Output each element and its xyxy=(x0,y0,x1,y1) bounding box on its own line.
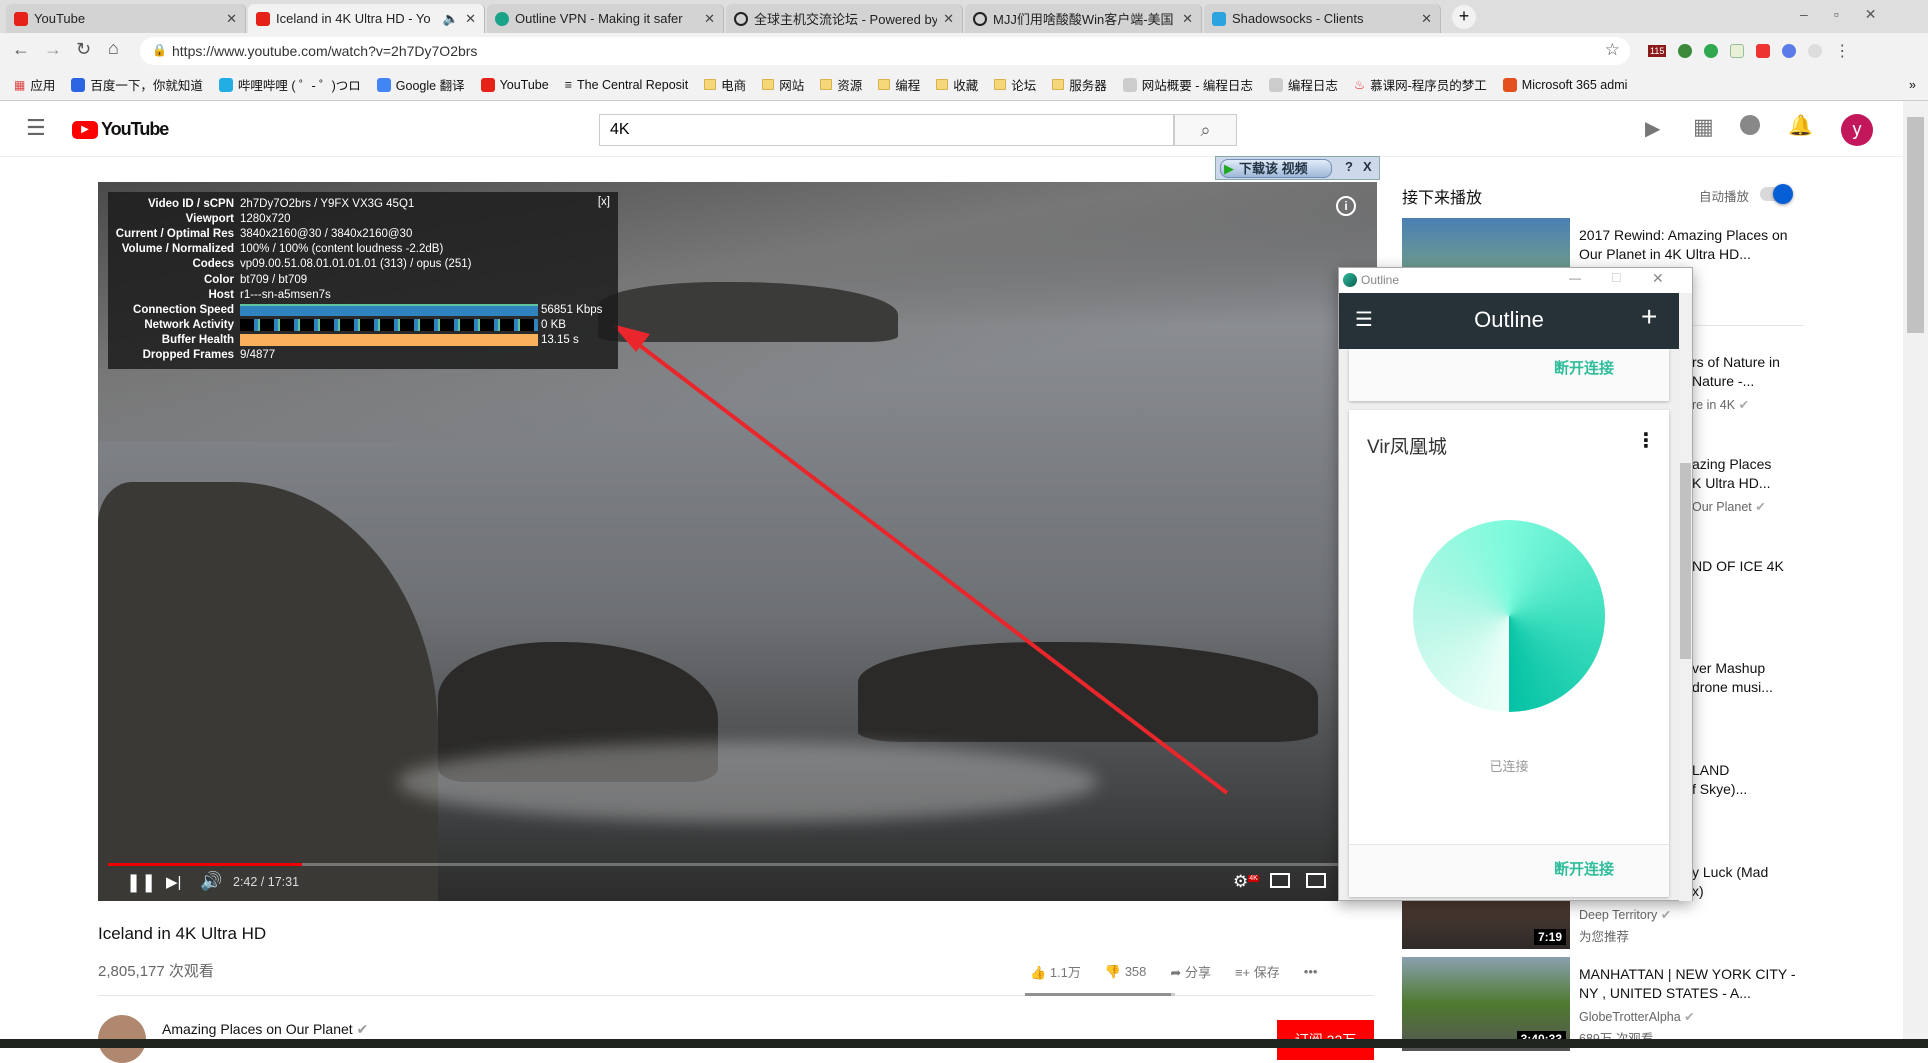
outline-scrollbar[interactable] xyxy=(1679,293,1692,901)
server-card: Vir凤凰城 ⋮ 已连接 断开连接 xyxy=(1349,410,1669,897)
verified-icon: ✔ xyxy=(1660,908,1672,922)
stats-for-nerds-panel: [x] Video ID / sCPN 2h7Dy7O2brs / Y9FX VX… xyxy=(108,192,618,369)
stat-row: Volume / Normalized 100% / 100% (content … xyxy=(121,243,444,256)
stat-row: Video ID / sCPN 2h7Dy7O2brs / Y9FX VX3G 4… xyxy=(147,197,415,210)
server-menu-icon[interactable]: ⋮ xyxy=(1636,428,1656,453)
playlist-add-icon: ≡+ xyxy=(1234,965,1251,980)
close-overlay-button[interactable]: X xyxy=(1363,159,1372,174)
connection-speed-bar xyxy=(240,303,538,316)
arrow-line xyxy=(628,336,1229,795)
video-title: Iceland in 4K Ultra HD xyxy=(98,924,267,943)
like-ratio-fill xyxy=(1025,993,1171,996)
like-ratio-bar xyxy=(1025,993,1175,996)
channel-name[interactable]: Deep Territory ✔ xyxy=(1579,907,1671,922)
scrollbar-thumb[interactable] xyxy=(1907,117,1924,333)
autoplay-toggle[interactable] xyxy=(1760,184,1793,204)
duration-badge: 7:19 xyxy=(1533,929,1566,945)
share-icon: ➦ xyxy=(1170,965,1182,980)
channel-name[interactable]: GlobeTrotterAlpha ✔ xyxy=(1579,1009,1695,1024)
card-footer: 断开连接 xyxy=(1349,844,1669,897)
video-title[interactable]: LAND f Skye)... xyxy=(1692,761,1912,799)
video-title[interactable]: azing Places K Ultra HD... xyxy=(1692,455,1912,493)
divider xyxy=(98,995,1374,996)
outline-titlebar: Outline — ☐ ✕ xyxy=(1339,268,1692,293)
stat-network-activity: Network Activity 0 KB xyxy=(144,319,566,332)
outline-logo-icon xyxy=(1343,273,1357,287)
next-icon[interactable]: ▶| xyxy=(166,873,181,891)
connection-status: 已连接 xyxy=(1489,759,1529,774)
stat-connection-speed: Connection Speed 56851 Kbps xyxy=(133,303,603,316)
video-title[interactable]: rs of Nature in Nature -... xyxy=(1692,353,1912,391)
thumbs-up-icon: 👍 xyxy=(1030,965,1047,980)
more-actions-icon[interactable]: ••• xyxy=(1304,964,1318,979)
add-server-icon[interactable]: + xyxy=(1641,301,1657,333)
stat-row: Color bt709 / bt709 xyxy=(203,273,308,286)
progress-fill xyxy=(108,863,302,866)
outline-app-window: Outline — ☐ ✕ ☰ Outline + 断开连接 Vir凤凰城 ⋮ … xyxy=(1338,267,1693,901)
channel-name[interactable]: Amazing Places on Our Planet ✔ xyxy=(162,1021,368,1038)
theater-mode-icon[interactable] xyxy=(1306,873,1326,888)
video-title[interactable]: y Luck (Mad x) xyxy=(1692,863,1912,901)
volume-icon[interactable]: 🔊 xyxy=(200,871,222,892)
video-title[interactable]: ND OF ICE 4K xyxy=(1692,557,1912,576)
up-next-heading: 接下来播放 xyxy=(1402,190,1483,207)
video-title[interactable]: ver Mashup drone musi... xyxy=(1692,659,1912,697)
verified-icon: ✔ xyxy=(356,1021,369,1037)
stat-row: Codecs vp09.00.51.08.01.01.01.01 (313) / … xyxy=(192,258,472,271)
stat-buffer-health: Buffer Health 13.15 s xyxy=(161,334,579,347)
video-thumbnail[interactable]: 3:40:33 xyxy=(1402,957,1570,1051)
help-button[interactable]: ? xyxy=(1345,159,1353,174)
view-count: 2,805,177 次观看 xyxy=(98,963,214,980)
play-icon: ▶ xyxy=(1224,161,1234,176)
share-button[interactable]: ➦ 分享 xyxy=(1170,962,1211,981)
save-button[interactable]: ≡+ 保存 xyxy=(1235,962,1280,981)
dislike-button[interactable]: 👎 358 xyxy=(1105,964,1147,980)
stat-row: Viewport 1280x720 xyxy=(185,212,291,225)
stat-dropped-frames: Dropped Frames 9/4877 xyxy=(142,349,276,362)
verified-icon: ✔ xyxy=(1684,1010,1695,1024)
buffer-health-bar xyxy=(240,334,538,347)
connection-status-indicator[interactable] xyxy=(1413,520,1605,712)
channel-name[interactable]: re in 4K ✔ xyxy=(1692,397,1749,412)
server-name: Vir凤凰城 xyxy=(1367,437,1447,458)
taskbar xyxy=(0,1039,1928,1048)
outline-header: ☰ Outline + xyxy=(1339,293,1679,349)
autoplay-label: 自动播放 xyxy=(1699,190,1750,204)
miniplayer-icon[interactable] xyxy=(1270,873,1290,888)
time-display: 2:42 / 17:31 xyxy=(233,875,300,889)
stat-row: Host r1---sn-a5msen7s xyxy=(208,288,331,301)
network-activity-bar xyxy=(240,319,538,332)
server-card-top: 断开连接 xyxy=(1349,349,1669,401)
stat-row: Current / Optimal Res 3840x2160@30 / 3840… xyxy=(115,227,413,240)
download-overlay: ▶ 下载该 视频 ? X xyxy=(1215,156,1380,180)
close-window-icon[interactable]: ✕ xyxy=(1652,270,1664,287)
maximize-icon[interactable]: ☐ xyxy=(1611,271,1622,285)
video-title[interactable]: MANHATTAN | NEW YORK CITY - NY , UNITED … xyxy=(1579,965,1799,1003)
pause-icon[interactable]: ❚❚ xyxy=(126,872,156,893)
disconnect-button[interactable]: 断开连接 xyxy=(1554,858,1614,879)
page-scrollbar[interactable] xyxy=(1903,101,1928,1039)
scrollbar-thumb[interactable] xyxy=(1680,463,1691,659)
video-actions: 👍 1.1万 👎 358 ➦ 分享 ≡+ 保存 ••• xyxy=(1030,962,1317,981)
minimize-icon[interactable]: — xyxy=(1569,271,1581,285)
disconnect-button[interactable]: 断开连接 xyxy=(1554,357,1614,378)
video-title[interactable]: 2017 Rewind: Amazing Places on Our Plane… xyxy=(1579,226,1799,264)
video-meta: 为您推荐 xyxy=(1579,930,1630,944)
download-video-button[interactable]: ▶ 下载该 视频 xyxy=(1220,159,1332,178)
verified-icon: ✔ xyxy=(1738,398,1750,412)
player-controls: ❚❚ ▶| 🔊 2:42 / 17:31 ⚙4K xyxy=(98,860,1377,901)
channel-name[interactable]: Our Planet ✔ xyxy=(1692,499,1766,514)
thumbs-down-icon: 👎 xyxy=(1104,963,1122,979)
progress-bar[interactable] xyxy=(108,863,1367,866)
settings-gear-icon[interactable]: ⚙4K xyxy=(1233,872,1259,892)
verified-icon: ✔ xyxy=(1755,500,1766,514)
toggle-knob xyxy=(1773,184,1793,204)
like-button[interactable]: 👍 1.1万 xyxy=(1030,962,1081,981)
close-stats-button[interactable]: [x] xyxy=(598,196,610,208)
